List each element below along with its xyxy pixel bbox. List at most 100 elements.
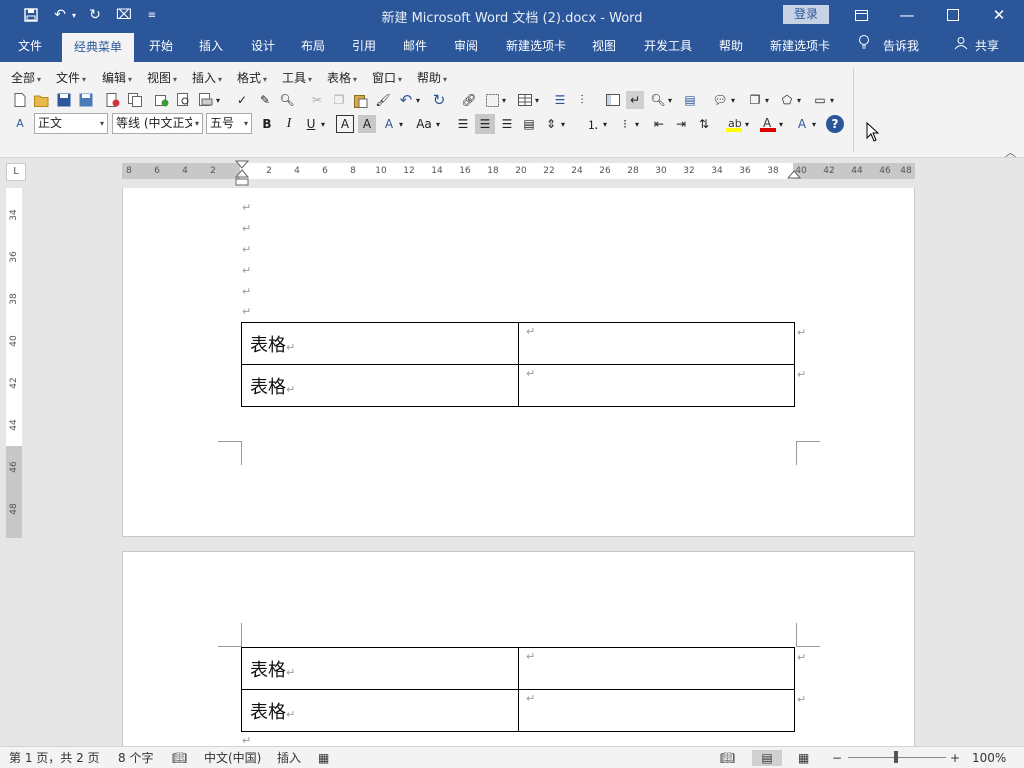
menu-insert[interactable]: 插入 ▾ (192, 69, 222, 85)
justify-icon[interactable]: ▤ (520, 115, 538, 133)
print-dropdown-icon[interactable]: ▾ (214, 91, 222, 109)
table-row[interactable]: 表格↵ ↵ (241, 364, 795, 407)
copy-icon[interactable]: ❐ (330, 91, 348, 109)
indent-marker-icon[interactable] (234, 160, 250, 191)
menu-file[interactable]: 文件 ▾ (56, 69, 86, 85)
tell-me-search[interactable]: 告诉我 (878, 30, 924, 62)
insert-mode-indicator[interactable]: 插入 (277, 750, 301, 766)
tab-help[interactable]: 帮助 (710, 30, 752, 62)
undo-toolbar-icon[interactable]: ↶ (397, 91, 415, 109)
table-row[interactable]: 表格↵ ↵ (241, 647, 795, 690)
insert-table-dropdown-icon[interactable]: ▾ (533, 91, 541, 109)
tab-selector[interactable]: L (6, 163, 26, 181)
cut-icon[interactable]: ✂ (308, 91, 326, 109)
font-color-icon[interactable]: A (759, 115, 777, 133)
tab-mailings[interactable]: 邮件 (394, 30, 436, 62)
shapes-icon[interactable]: ⬠ (778, 91, 796, 109)
shapes-dropdown-icon[interactable]: ▾ (795, 91, 803, 109)
numbering-dropdown-icon[interactable]: ▾ (601, 115, 609, 133)
document-table-2[interactable]: 表格↵ ↵ 表格↵ ↵ (241, 647, 795, 732)
tab-insert[interactable]: 插入 (190, 30, 232, 62)
undo-icon[interactable]: ↶ (50, 0, 70, 30)
new-comment-dropdown-icon[interactable]: ▾ (729, 91, 737, 109)
tab-review[interactable]: 审阅 (445, 30, 487, 62)
change-case-button[interactable]: Aa (413, 115, 435, 133)
character-border-button[interactable]: A (336, 115, 354, 133)
spelling-grammar-icon[interactable]: ✓ (233, 91, 251, 109)
table-cell[interactable]: ↵ (518, 647, 795, 690)
arrange-all-icon[interactable]: ❐ (746, 91, 764, 109)
word-count[interactable]: 8 个字 (118, 750, 153, 766)
table-cell[interactable]: 表格↵ (241, 647, 519, 690)
vertical-ruler[interactable]: 34 36 38 40 42 44 46 48 (6, 188, 22, 538)
line-spacing-dropdown-icon[interactable]: ▾ (559, 115, 567, 133)
styles-pane-dropdown-icon[interactable]: ▾ (810, 115, 818, 133)
zoom-in-button[interactable]: + (950, 750, 960, 766)
text-box-icon[interactable]: ▭ (811, 91, 829, 109)
highlight-dropdown-icon[interactable]: ▾ (743, 115, 751, 133)
show-formatting-marks-icon[interactable]: ↵ (626, 91, 644, 109)
columns-icon[interactable]: ☰ (551, 91, 569, 109)
bullets-icon[interactable]: ⁝ (616, 115, 634, 133)
save-icon[interactable] (20, 0, 42, 30)
menu-window[interactable]: 窗口 ▾ (372, 69, 402, 85)
borders-dropdown-icon[interactable]: ▾ (500, 91, 508, 109)
reading-mode-icon[interactable]: ▤ (681, 91, 699, 109)
styles-icon[interactable]: A (11, 114, 29, 132)
sort-icon[interactable]: ⇅ (695, 115, 713, 133)
print-preview-icon[interactable] (175, 91, 193, 109)
copy-document-icon[interactable] (126, 91, 144, 109)
text-direction-icon[interactable]: ⫶ (573, 91, 591, 109)
tab-classic-menu[interactable]: 经典菜单 (62, 33, 134, 62)
read-mode-icon[interactable]: 📖︎ (720, 750, 735, 766)
increase-indent-icon[interactable]: ⇥ (672, 115, 690, 133)
menu-help[interactable]: 帮助 ▾ (417, 69, 447, 85)
menu-all[interactable]: 全部 ▾ (11, 69, 41, 85)
permission-icon[interactable] (153, 91, 171, 109)
bold-button[interactable]: B (258, 115, 276, 133)
font-select[interactable]: 等线 (中文正文)▾ (112, 113, 203, 134)
new-comment-icon[interactable]: 💬︎ (711, 91, 729, 109)
change-case-dropdown-icon[interactable]: ▾ (434, 115, 442, 133)
font-size-select[interactable]: 五号 ▾ (206, 113, 252, 134)
table-cell[interactable]: 表格↵ (241, 364, 519, 407)
share-button[interactable]: 共享 (972, 30, 1002, 62)
find-icon[interactable]: 🔍︎ (649, 91, 667, 109)
italic-button[interactable]: I (280, 115, 298, 133)
document-table-1[interactable]: 表格↵ ↵ 表格↵ ↵ (241, 322, 795, 407)
language-indicator[interactable]: 中文(中国) (204, 750, 261, 766)
borders-icon[interactable] (483, 91, 501, 109)
tab-file[interactable]: 文件 (8, 30, 52, 62)
text-effects-dropdown-icon[interactable]: ▾ (397, 115, 405, 133)
arrange-dropdown-icon[interactable]: ▾ (763, 91, 771, 109)
save-toolbar-icon[interactable] (55, 91, 73, 109)
touch-mode-icon[interactable]: ⌧ (114, 0, 134, 30)
zoom-slider-thumb[interactable] (894, 751, 898, 763)
undo-dropdown-icon[interactable]: ▾ (69, 0, 79, 30)
tab-references[interactable]: 引用 (343, 30, 385, 62)
open-folder-icon[interactable] (33, 91, 51, 109)
menu-view[interactable]: 视图 ▾ (147, 69, 177, 85)
web-layout-icon[interactable]: ▦ (798, 750, 809, 766)
page-count[interactable]: 第 1 页，共 2 页 (9, 750, 100, 766)
table-cell[interactable]: ↵ (518, 364, 795, 407)
text-box-dropdown-icon[interactable]: ▾ (828, 91, 836, 109)
login-button[interactable]: 登录 (783, 5, 829, 24)
decrease-indent-icon[interactable]: ⇤ (650, 115, 668, 133)
table-cell[interactable]: ↵ (518, 322, 795, 365)
save-as-icon[interactable] (77, 91, 95, 109)
ribbon-display-options-icon[interactable] (838, 0, 884, 30)
print-layout-icon[interactable]: ▤ (752, 750, 782, 766)
align-right-icon[interactable]: ☰ (498, 115, 516, 133)
lightbulb-icon[interactable] (854, 30, 874, 62)
close-document-icon[interactable] (104, 91, 122, 109)
tab-home[interactable]: 开始 (140, 30, 182, 62)
font-color-dropdown-icon[interactable]: ▾ (777, 115, 785, 133)
thesaurus-icon[interactable]: 🔍︎ (278, 91, 296, 109)
menu-format[interactable]: 格式 ▾ (237, 69, 267, 85)
tab-developer[interactable]: 开发工具 (638, 30, 698, 62)
document-map-icon[interactable] (604, 91, 622, 109)
close-icon[interactable]: ✕ (976, 0, 1022, 30)
right-indent-marker-icon[interactable] (786, 170, 802, 185)
maximize-icon[interactable] (930, 0, 976, 30)
